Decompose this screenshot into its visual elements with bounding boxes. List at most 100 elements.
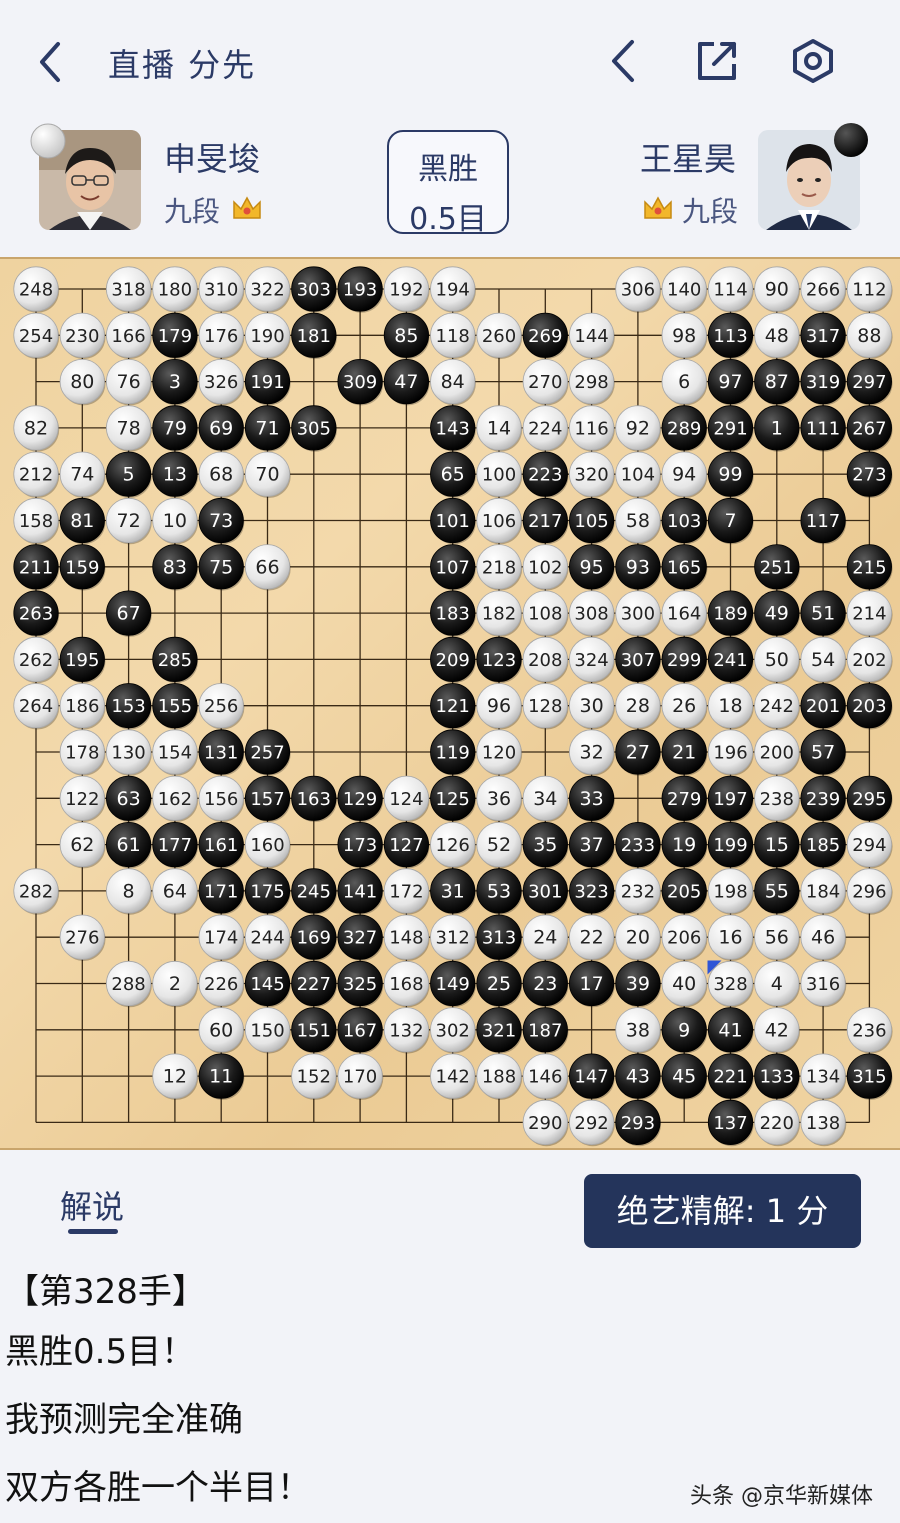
move-number: 236 <box>852 1020 886 1041</box>
move-number: 100 <box>482 465 516 486</box>
black-stone: 1 <box>754 405 800 452</box>
move-number: 326 <box>204 372 238 393</box>
move-number: 206 <box>667 928 701 949</box>
white-stone: 296 <box>846 868 893 915</box>
move-number: 17 <box>580 973 604 995</box>
black-stone: 121 <box>430 683 476 730</box>
move-number: 79 <box>163 417 187 439</box>
white-stone: 168 <box>383 960 430 1008</box>
move-number: 194 <box>436 280 470 301</box>
move-number: 68 <box>209 464 233 486</box>
move-number: 121 <box>436 696 470 717</box>
white-stone: 32 <box>568 729 615 776</box>
black-stone: 159 <box>59 544 106 591</box>
black-stone: 295 <box>846 775 893 823</box>
move-number: 309 <box>343 372 377 393</box>
black-stone: 127 <box>383 821 430 869</box>
move-number: 49 <box>765 603 789 625</box>
move-number: 312 <box>436 928 470 949</box>
move-number: 96 <box>487 695 511 717</box>
move-number: 190 <box>250 326 284 347</box>
move-number: 162 <box>158 789 192 810</box>
move-number: 84 <box>441 371 465 393</box>
white-stone: 248 <box>13 266 60 313</box>
move-number: 60 <box>209 1019 233 1041</box>
move-number: 132 <box>389 1020 423 1041</box>
settings-button[interactable] <box>788 36 838 86</box>
back-button[interactable] <box>30 40 70 84</box>
move-number: 122 <box>65 789 99 810</box>
move-number: 97 <box>718 371 742 393</box>
move-number: 24 <box>533 927 557 949</box>
black-stone: 197 <box>707 775 754 823</box>
white-stone: 160 <box>244 821 291 869</box>
share-button[interactable] <box>692 36 742 86</box>
move-number: 117 <box>806 511 840 532</box>
white-stone: 124 <box>383 775 430 823</box>
move-number: 37 <box>580 834 604 856</box>
white-stone: 28 <box>615 683 662 730</box>
ai-analysis-button[interactable]: 绝艺精解: 1 分 <box>584 1174 861 1248</box>
move-number: 14 <box>487 417 511 439</box>
white-stone: 270 <box>522 358 569 406</box>
white-stone: 196 <box>707 729 754 776</box>
move-number: 324 <box>574 650 608 671</box>
previous-move-button[interactable] <box>598 36 648 86</box>
black-stone: 233 <box>615 821 662 869</box>
tab-commentary[interactable]: 解说 <box>60 1182 124 1228</box>
move-number: 202 <box>852 650 886 671</box>
white-stone: 34 <box>522 775 569 823</box>
move-number: 245 <box>297 881 331 902</box>
move-number: 111 <box>806 418 840 439</box>
move-number: 27 <box>626 742 650 764</box>
black-stone: 163 <box>291 775 337 823</box>
white-stone: 46 <box>800 914 847 961</box>
move-number: 150 <box>250 1020 284 1041</box>
white-stone: 22 <box>568 914 615 961</box>
move-number: 302 <box>436 1020 470 1041</box>
move-number: 149 <box>436 974 470 995</box>
move-number: 101 <box>436 511 470 532</box>
move-number: 90 <box>765 279 789 301</box>
black-stone: 47 <box>383 358 430 406</box>
white-stone: 200 <box>754 729 800 776</box>
white-stone: 134 <box>800 1053 847 1100</box>
black-stone: 289 <box>661 405 708 452</box>
black-stone: 75 <box>198 544 245 591</box>
move-number: 320 <box>574 465 608 486</box>
move-number: 282 <box>19 881 53 902</box>
black-stone: 67 <box>106 590 152 637</box>
move-number: 74 <box>70 464 94 486</box>
move-number: 201 <box>806 696 840 717</box>
black-stone: 173 <box>337 821 384 869</box>
move-number: 182 <box>482 604 516 625</box>
move-number: 35 <box>533 834 557 856</box>
move-number: 28 <box>626 695 650 717</box>
page-title: 直播 分先 <box>108 46 257 84</box>
black-stone: 123 <box>476 636 523 684</box>
black-stone: 179 <box>152 312 199 360</box>
move-number: 186 <box>65 696 99 717</box>
white-stone: 182 <box>476 590 523 637</box>
move-number: 113 <box>713 326 747 347</box>
black-stone: 117 <box>800 497 847 545</box>
move-number: 155 <box>158 696 192 717</box>
move-number: 159 <box>65 557 99 578</box>
move-number: 45 <box>672 1066 696 1088</box>
white-stone: 38 <box>615 1007 662 1054</box>
black-stone: 61 <box>106 821 152 869</box>
white-stone: 328 <box>707 960 754 1008</box>
tab-active-indicator <box>68 1229 118 1234</box>
move-number: 114 <box>713 280 747 301</box>
move-number: 67 <box>117 603 141 625</box>
move-number: 18 <box>718 695 742 717</box>
white-stone: 202 <box>846 636 893 684</box>
go-board[interactable]: 248 318 180 310 322 303 193 192 194 306 140 114 90 26… <box>0 257 900 1150</box>
white-stone: 282 <box>13 868 60 915</box>
move-number: 270 <box>528 372 562 393</box>
white-stone: 14 <box>476 405 523 452</box>
move-number: 179 <box>158 326 192 347</box>
move-number: 72 <box>117 510 141 532</box>
white-stone: 324 <box>568 636 615 684</box>
move-number: 242 <box>760 696 794 717</box>
